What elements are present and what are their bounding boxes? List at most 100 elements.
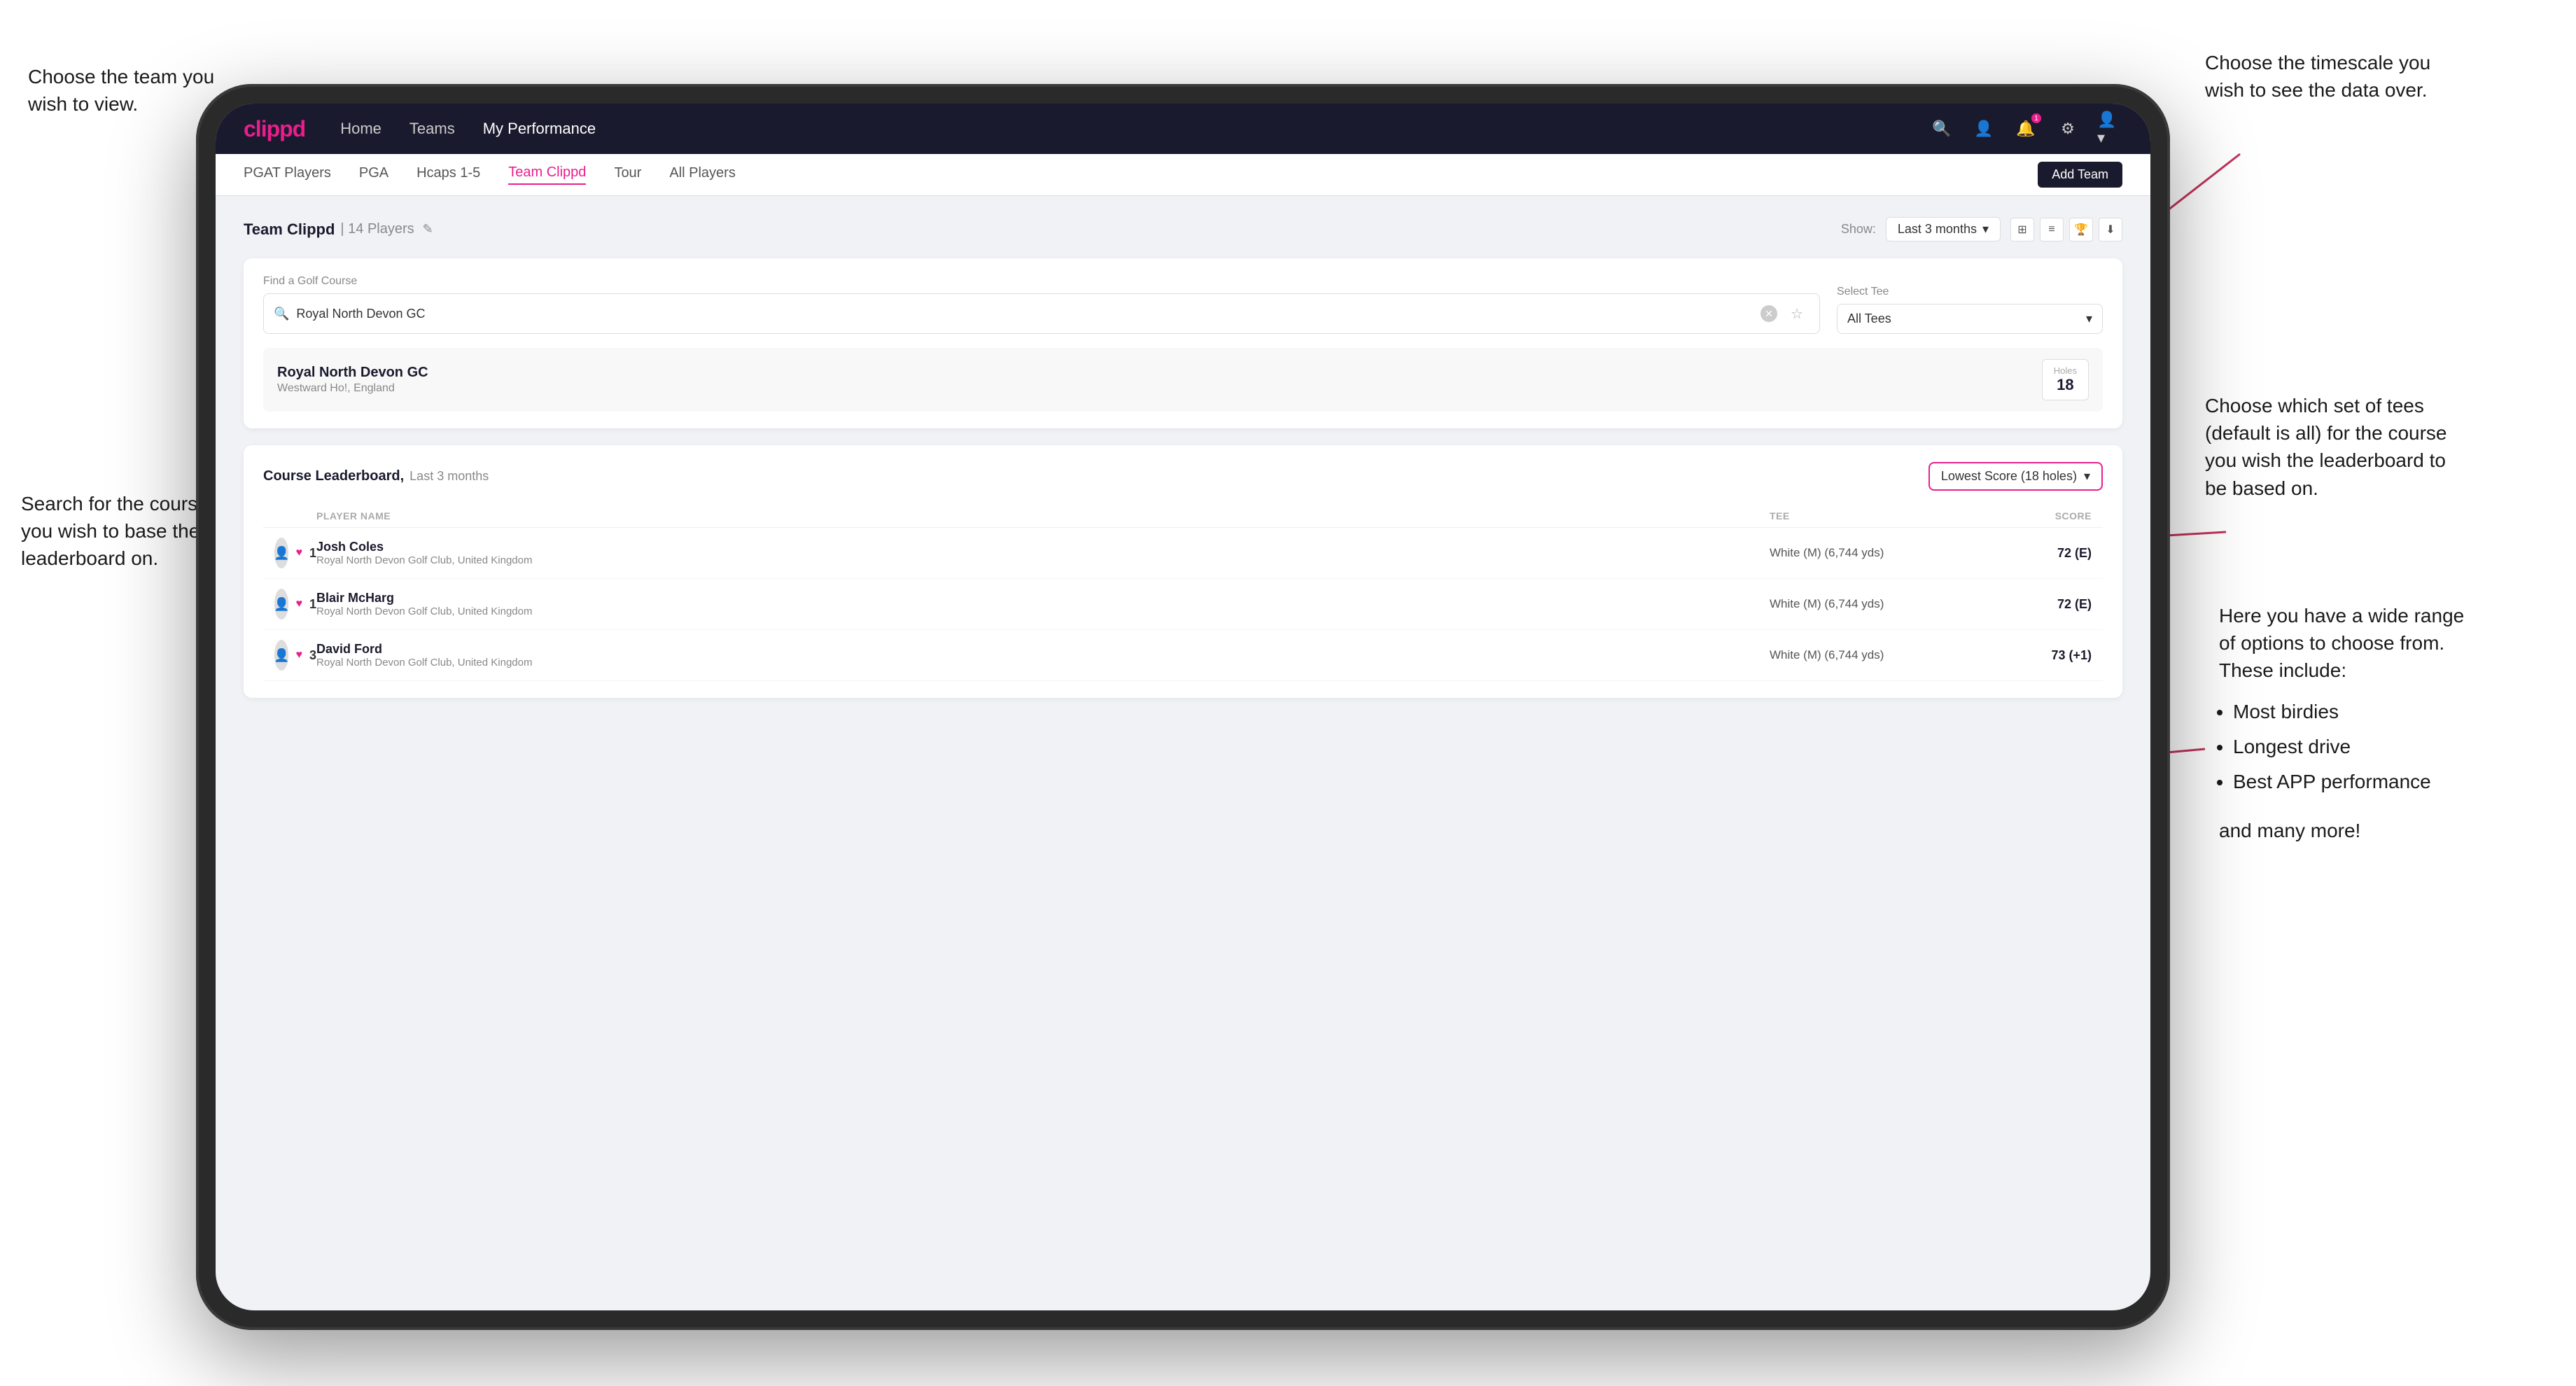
- course-info: Royal North Devon GC Westward Ho!, Engla…: [277, 365, 428, 395]
- avatar: 👤: [274, 589, 288, 620]
- leaderboard-title: Course Leaderboard,: [263, 468, 404, 484]
- player-tee: White (M) (6,744 yds): [1770, 597, 1966, 611]
- player-tee: White (M) (6,744 yds): [1770, 546, 1966, 560]
- tee-dropdown[interactable]: All Tees ▾: [1837, 304, 2103, 334]
- player-score: 73 (+1): [1966, 648, 2092, 663]
- period-dropdown[interactable]: Last 3 months ▾: [1886, 217, 2001, 241]
- player-info-2: Blair McHarg Royal North Devon Golf Club…: [316, 591, 1770, 617]
- clear-search-button[interactable]: ✕: [1760, 305, 1777, 322]
- sub-navbar: PGAT Players PGA Hcaps 1-5 Team Clippd T…: [216, 154, 2150, 196]
- bell-icon[interactable]: 🔔1: [2013, 116, 2038, 141]
- nav-teams[interactable]: Teams: [410, 120, 455, 138]
- course-result: Royal North Devon GC Westward Ho!, Engla…: [263, 348, 2103, 412]
- annotation-bottom-right: Here you have a wide range of options to…: [2219, 602, 2555, 844]
- nav-home[interactable]: Home: [340, 120, 382, 138]
- tee-label: Select Tee: [1837, 286, 2103, 298]
- search-icon[interactable]: 🔍: [1929, 116, 1954, 141]
- player-rank-1: 👤 ♥ 1: [274, 538, 316, 568]
- list-view-button[interactable]: ≡: [2040, 218, 2064, 241]
- heart-icon: ♥: [295, 598, 302, 610]
- player-rank-2: 👤 ♥ 1: [274, 589, 316, 620]
- col-header-rank: [274, 510, 316, 522]
- player-club: Royal North Devon Golf Club, United King…: [316, 657, 532, 668]
- leaderboard-section: Course Leaderboard, Last 3 months Lowest…: [244, 445, 2122, 698]
- avatar-icon[interactable]: 👤▾: [2097, 116, 2122, 141]
- search-icon-inner: 🔍: [274, 307, 289, 321]
- annotation-mid-right: Choose which set of tees (default is all…: [2205, 392, 2555, 502]
- holes-badge: Holes 18: [2042, 359, 2089, 400]
- search-row: Find a Golf Course 🔍 ✕ ☆ Select Tee: [263, 275, 2103, 334]
- tablet-frame: clippd Home Teams My Performance 🔍 👤 🔔1 …: [196, 84, 2170, 1330]
- player-club: Royal North Devon Golf Club, United King…: [316, 606, 532, 617]
- favorite-button[interactable]: ☆: [1784, 301, 1809, 326]
- view-icons: ⊞ ≡ 🏆 ⬇: [2010, 218, 2122, 241]
- player-tee: White (M) (6,744 yds): [1770, 648, 1966, 662]
- player-name: David Ford: [316, 642, 532, 657]
- rank-number: 3: [309, 648, 316, 663]
- rank-number: 1: [309, 546, 316, 561]
- col-header-tee: TEE: [1770, 510, 1966, 522]
- navbar-nav: Home Teams My Performance: [340, 120, 1929, 138]
- nav-my-performance[interactable]: My Performance: [483, 120, 596, 138]
- show-label: Show:: [1841, 222, 1876, 237]
- heart-icon: ♥: [295, 547, 302, 559]
- find-course-label: Find a Golf Course: [263, 275, 1820, 288]
- trophy-view-button[interactable]: 🏆: [2069, 218, 2093, 241]
- user-icon[interactable]: 👤: [1971, 116, 1996, 141]
- sub-nav-pga[interactable]: PGA: [359, 165, 388, 184]
- sub-nav-tour[interactable]: Tour: [614, 165, 641, 184]
- player-rank-3: 👤 ♥ 3: [274, 640, 316, 671]
- main-content: Team Clippd | 14 Players ✎ Show: Last 3 …: [216, 196, 2150, 1310]
- team-count: | 14 Players: [340, 221, 414, 237]
- player-name: Josh Coles: [316, 540, 532, 554]
- team-header: Team Clippd | 14 Players ✎ Show: Last 3 …: [244, 217, 2122, 241]
- player-score: 72 (E): [1966, 597, 2092, 612]
- holes-label: Holes: [2054, 365, 2077, 376]
- tablet-screen: clippd Home Teams My Performance 🔍 👤 🔔1 …: [216, 104, 2150, 1310]
- avatar: 👤: [274, 640, 288, 671]
- score-type-dropdown[interactable]: Lowest Score (18 holes) ▾: [1928, 462, 2103, 491]
- annotation-top-right: Choose the timescale you wish to see the…: [2205, 49, 2555, 104]
- show-control: Show: Last 3 months ▾ ⊞ ≡ 🏆 ⬇: [1841, 217, 2122, 241]
- rank-number: 1: [309, 597, 316, 612]
- col-header-player: PLAYER NAME: [316, 510, 1770, 522]
- player-row: 👤 ♥ 3 David Ford Royal North Devon Golf …: [263, 630, 2103, 681]
- holes-number: 18: [2054, 376, 2077, 394]
- navbar-icons: 🔍 👤 🔔1 ⚙ 👤▾: [1929, 116, 2122, 141]
- download-button[interactable]: ⬇: [2099, 218, 2122, 241]
- player-info-3: David Ford Royal North Devon Golf Club, …: [316, 642, 1770, 668]
- leaderboard-header: Course Leaderboard, Last 3 months Lowest…: [263, 462, 2103, 491]
- notification-badge: 1: [2031, 113, 2041, 123]
- avatar: 👤: [274, 538, 288, 568]
- player-score: 72 (E): [1966, 546, 2092, 561]
- player-name: Blair McHarg: [316, 591, 532, 606]
- course-location: Westward Ho!, England: [277, 382, 428, 395]
- search-section: Find a Golf Course 🔍 ✕ ☆ Select Tee: [244, 258, 2122, 428]
- course-name: Royal North Devon GC: [277, 365, 428, 381]
- and-more-text: and many more!: [2219, 817, 2555, 844]
- navbar: clippd Home Teams My Performance 🔍 👤 🔔1 …: [216, 104, 2150, 154]
- sub-nav-all-players[interactable]: All Players: [669, 165, 735, 184]
- edit-icon[interactable]: ✎: [423, 222, 433, 237]
- course-search-input[interactable]: [296, 307, 1754, 321]
- leaderboard-period: Last 3 months: [410, 469, 489, 484]
- course-search-group: Find a Golf Course 🔍 ✕ ☆: [263, 275, 1820, 334]
- add-team-button[interactable]: Add Team: [2038, 162, 2122, 188]
- app-container: clippd Home Teams My Performance 🔍 👤 🔔1 …: [216, 104, 2150, 1310]
- heart-icon: ♥: [295, 649, 302, 662]
- col-header-score: SCORE: [1966, 510, 2092, 522]
- player-row: 👤 ♥ 1 Josh Coles Royal North Devon Golf …: [263, 528, 2103, 579]
- grid-view-button[interactable]: ⊞: [2010, 218, 2034, 241]
- sub-nav-hcaps[interactable]: Hcaps 1-5: [416, 165, 480, 184]
- player-info-1: Josh Coles Royal North Devon Golf Club, …: [316, 540, 1770, 566]
- options-list: Most birdies Longest drive Best APP perf…: [2233, 694, 2555, 800]
- sub-nav-pgat[interactable]: PGAT Players: [244, 165, 331, 184]
- tee-select-group: Select Tee All Tees ▾: [1837, 286, 2103, 334]
- player-row: 👤 ♥ 1 Blair McHarg Royal North Devon Gol…: [263, 579, 2103, 630]
- sub-nav-team-clippd[interactable]: Team Clippd: [508, 164, 586, 185]
- settings-icon[interactable]: ⚙: [2055, 116, 2080, 141]
- course-search-input-wrap: 🔍 ✕ ☆: [263, 293, 1820, 334]
- player-club: Royal North Devon Golf Club, United King…: [316, 554, 532, 566]
- table-headers: PLAYER NAME TEE SCORE: [263, 505, 2103, 528]
- app-logo: clippd: [244, 116, 305, 142]
